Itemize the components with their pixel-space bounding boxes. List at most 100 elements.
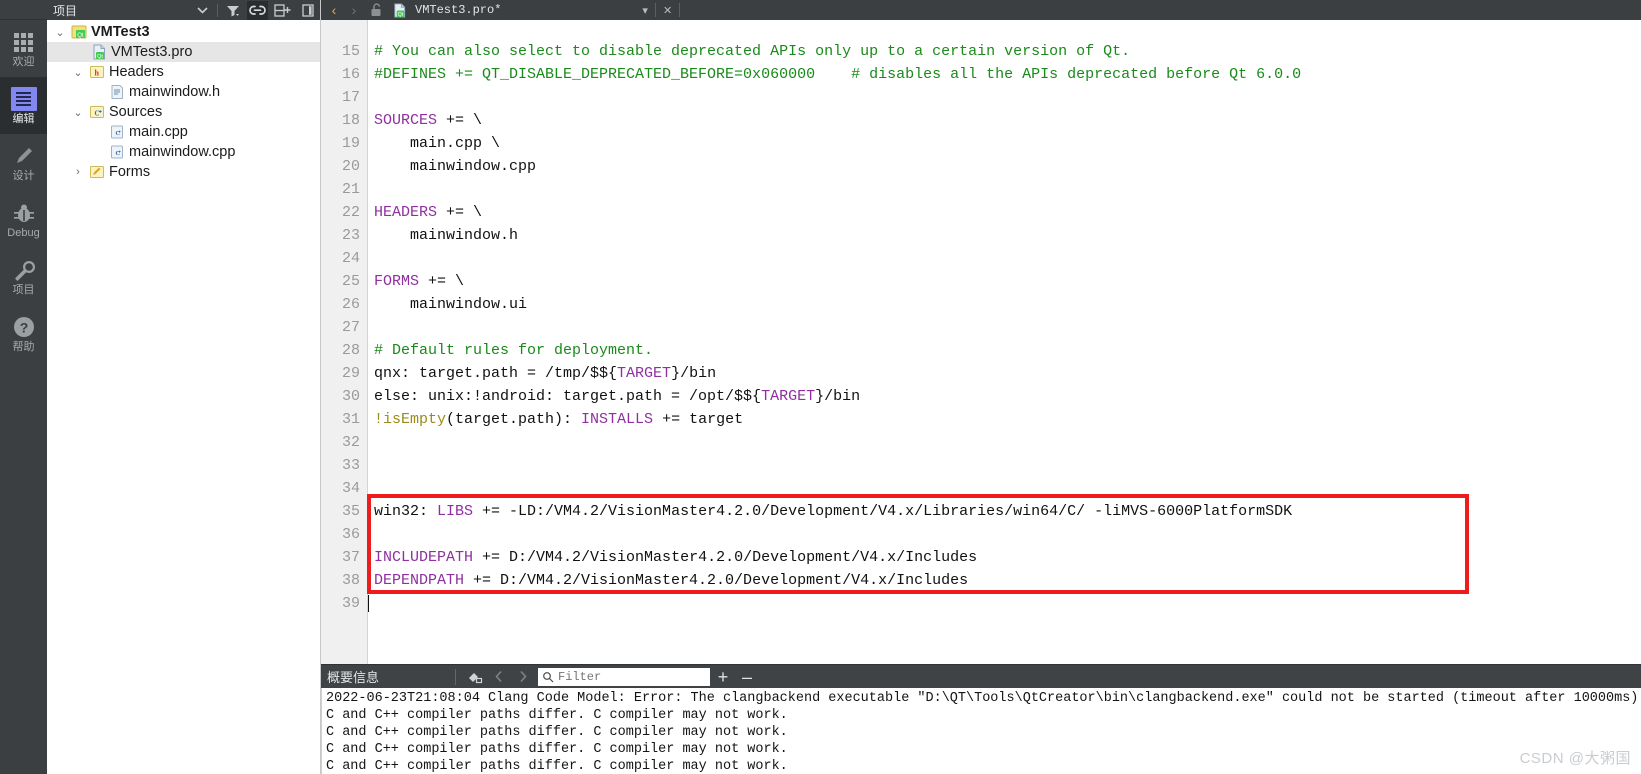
tree-item-project[interactable]: ⌄ Qt VMTest3	[47, 22, 320, 42]
mode-label-edit: 编辑	[12, 113, 35, 125]
editor-area: ‹ › Qt VMTest3.pro* ▾ ✕ 15 16 17 18 19 2…	[321, 0, 1641, 774]
mode-item-projects[interactable]: 项目	[0, 248, 47, 305]
code-line[interactable]	[374, 178, 1641, 201]
code-line[interactable]: INCLUDEPATH += D:/VM4.2/VisionMaster4.2.…	[374, 546, 1641, 569]
code-line[interactable]: !isEmpty(target.path): INSTALLS += targe…	[374, 408, 1641, 431]
code-line[interactable]	[374, 592, 1641, 615]
tree-item-forms[interactable]: › Forms	[47, 162, 320, 182]
editor-tab-vmtest3-pro[interactable]: VMTest3.pro*	[411, 0, 505, 20]
code-token: # You can also select to disable depreca…	[374, 43, 1131, 60]
chevron-down-icon[interactable]	[192, 1, 213, 20]
split-add-icon[interactable]	[272, 1, 293, 20]
tab-close-icon[interactable]: ✕	[660, 4, 675, 17]
code-text[interactable]: # You can also select to disable depreca…	[368, 20, 1641, 664]
tree-item-file[interactable]: · mainwindow.h	[47, 82, 320, 102]
twisty-placeholder: ·	[89, 86, 107, 98]
navigate-back-icon[interactable]: ‹	[325, 2, 343, 18]
close-panel-icon[interactable]	[297, 1, 318, 20]
code-token: !isEmpty	[374, 411, 447, 428]
question-mark-icon: ?	[12, 314, 36, 340]
zoom-out-button[interactable]: –	[736, 668, 758, 686]
navigate-forward-icon[interactable]: ›	[345, 2, 363, 18]
mode-item-debug[interactable]: Debug	[0, 191, 47, 248]
tree-item-headers[interactable]: ⌄ h Headers	[47, 62, 320, 82]
code-token: += D:/VM4.2/VisionMaster4.2.0/Developmen…	[473, 549, 978, 566]
code-line[interactable]	[374, 431, 1641, 454]
clear-output-icon[interactable]	[464, 667, 486, 687]
output-pane-title: 概要信息	[327, 670, 380, 685]
chevron-down-icon[interactable]: ⌄	[69, 66, 87, 79]
code-line[interactable]: qnx: target.path = /tmp/$${TARGET}/bin	[374, 362, 1641, 385]
code-line[interactable]: # You can also select to disable depreca…	[374, 40, 1641, 63]
code-line[interactable]: win32: LIBS += -LD:/VM4.2/VisionMaster4.…	[374, 500, 1641, 523]
code-token: INSTALLS	[581, 411, 654, 428]
code-token: DEPENDPATH	[374, 572, 465, 589]
code-token: += \	[437, 112, 483, 129]
chevron-right-icon[interactable]: ›	[69, 166, 87, 178]
code-line[interactable]: SOURCES += \	[374, 109, 1641, 132]
project-tree-panel: 项目 ⌄ Qt VMTest3 Qt VMTest3.pro ⌄ h Heade…	[47, 0, 321, 774]
mode-item-edit[interactable]: 编辑	[0, 77, 47, 134]
code-editor[interactable]: 15 16 17 18 19 20 21 22 23 24 25 26 27 28 29 30 31 32 33 34…	[321, 20, 1641, 664]
svg-text:h: h	[95, 69, 100, 78]
code-token: += -LD:/VM4.2/VisionMaster4.2.0/Developm…	[473, 503, 1293, 520]
code-line[interactable]: main.cpp \	[374, 132, 1641, 155]
code-line[interactable]	[374, 523, 1641, 546]
chevron-down-icon[interactable]: ⌄	[69, 106, 87, 119]
code-token: # Default rules for deployment.	[374, 342, 654, 359]
code-token: }/bin	[671, 365, 717, 382]
tab-dropdown-icon[interactable]: ▾	[639, 4, 651, 17]
console-line: C and C++ compiler paths differ. C compi…	[326, 708, 788, 723]
output-console[interactable]: 2022-06-23T21:08:04 Clang Code Model: Er…	[321, 688, 1641, 774]
line-number: 25	[341, 273, 360, 290]
qt-pro-file-icon: Qt	[89, 44, 109, 60]
tree-item-pro-file[interactable]: · Qt VMTest3.pro	[47, 42, 320, 62]
tree-label: Forms	[109, 164, 151, 180]
line-number: 24	[341, 250, 360, 267]
code-line[interactable]: else: unix:!android: target.path = /opt/…	[374, 385, 1641, 408]
line-number-gutter: 15 16 17 18 19 20 21 22 23 24 25 26 27 28 29 30 31 32 33 34…	[321, 20, 368, 664]
next-item-icon[interactable]	[512, 667, 534, 687]
code-line[interactable]: HEADERS += \	[374, 201, 1641, 224]
code-line[interactable]: DEPENDPATH += D:/VM4.2/VisionMaster4.2.0…	[374, 569, 1641, 592]
filter-search-box[interactable]	[538, 667, 710, 686]
code-line[interactable]: #DEFINES += QT_DISABLE_DEPRECATED_BEFORE…	[374, 63, 1641, 86]
line-number: 34	[341, 480, 360, 497]
zoom-in-button[interactable]: +	[712, 668, 734, 686]
edit-lines-icon	[10, 86, 37, 112]
code-line[interactable]	[374, 86, 1641, 109]
mode-item-design[interactable]: 设计	[0, 134, 47, 191]
filter-input[interactable]	[558, 669, 706, 684]
code-line[interactable]	[374, 316, 1641, 339]
code-token: INCLUDEPATH	[374, 549, 474, 566]
unlocked-padlock-icon[interactable]	[365, 0, 387, 20]
code-token: SOURCES	[374, 112, 438, 129]
code-line[interactable]	[374, 247, 1641, 270]
link-sync-icon[interactable]	[247, 0, 268, 20]
tree-label: VMTest3	[91, 24, 150, 40]
mode-item-welcome[interactable]: 欢迎	[0, 20, 47, 77]
code-line[interactable]	[374, 454, 1641, 477]
tree-label: Headers	[109, 64, 164, 80]
editor-tab-title: VMTest3.pro*	[415, 3, 502, 17]
mode-label-welcome: 欢迎	[12, 56, 35, 68]
code-line[interactable]	[374, 477, 1641, 500]
chevron-down-icon[interactable]: ⌄	[51, 26, 69, 39]
line-number: 21	[341, 181, 360, 198]
tree-item-file[interactable]: · C mainwindow.cpp	[47, 142, 320, 162]
tree-item-file[interactable]: · C main.cpp	[47, 122, 320, 142]
code-line[interactable]: mainwindow.h	[374, 224, 1641, 247]
project-tree[interactable]: ⌄ Qt VMTest3 ·	[47, 20, 320, 774]
code-line[interactable]: FORMS += \	[374, 270, 1641, 293]
console-line: C and C++ compiler paths differ. C compi…	[326, 759, 788, 774]
mode-item-help[interactable]: ? 帮助	[0, 305, 47, 362]
code-token: += target	[653, 411, 744, 428]
code-line[interactable]: mainwindow.ui	[374, 293, 1641, 316]
code-line[interactable]: # Default rules for deployment.	[374, 339, 1641, 362]
prev-item-icon[interactable]	[488, 667, 510, 687]
line-number: 20	[341, 158, 360, 175]
tree-item-sources[interactable]: ⌄ C Sources	[47, 102, 320, 122]
filter-icon[interactable]	[222, 1, 243, 20]
toolbar-divider	[455, 668, 456, 685]
code-line[interactable]: mainwindow.cpp	[374, 155, 1641, 178]
